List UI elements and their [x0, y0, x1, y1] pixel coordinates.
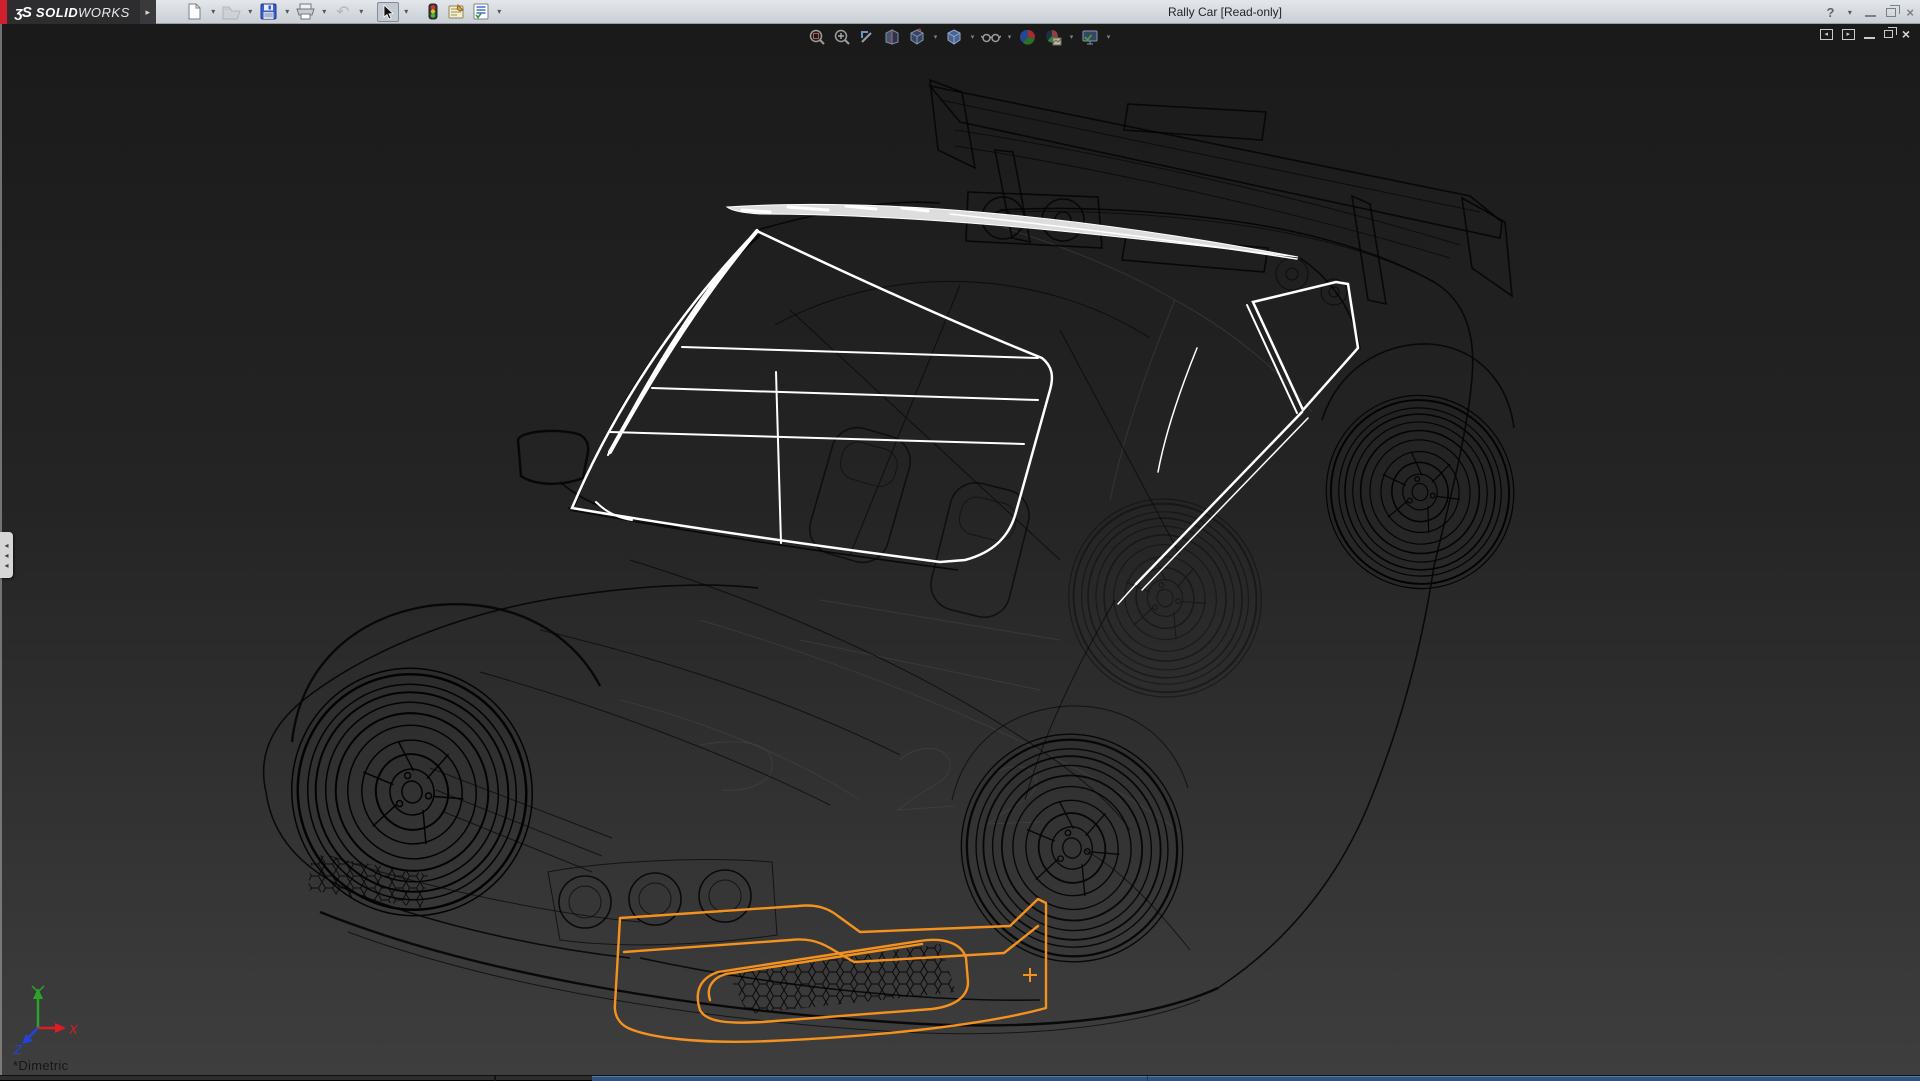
file-properties-icon: [447, 3, 466, 20]
undo-caret-icon[interactable]: ▾: [356, 2, 367, 22]
help-caret-icon[interactable]: ▾: [1844, 2, 1855, 22]
new-document-icon: [186, 3, 203, 20]
expand-arrow-icon: ◂: [4, 561, 8, 570]
minimize-button[interactable]: [1865, 8, 1876, 17]
select-button[interactable]: [377, 2, 399, 22]
expand-arrow-icon: ◂: [4, 551, 8, 560]
triad-z-label: Z: [13, 1042, 23, 1057]
file-properties-button[interactable]: [446, 2, 468, 22]
save-caret-icon[interactable]: ▾: [282, 2, 293, 22]
help-icon[interactable]: ?: [1826, 5, 1834, 20]
new-document-button[interactable]: [184, 2, 206, 22]
view-settings-button[interactable]: [1079, 27, 1101, 47]
title-bar: ʒS SOLIDWORKS ▸ ▾ ▾ ▾ ▾ ↶ ▾ ▾: [0, 0, 1920, 24]
view-settings-icon: [1081, 28, 1099, 46]
display-pane-icon[interactable]: ▸: [1842, 29, 1855, 40]
display-style-caret-icon[interactable]: ▾: [968, 27, 977, 47]
glasses-icon: [981, 28, 1001, 46]
zoom-to-area-icon: [833, 28, 851, 46]
edit-appearance-button[interactable]: [1017, 27, 1039, 47]
status-divider: [1147, 1076, 1148, 1081]
printer-icon: [296, 3, 315, 20]
doc-minimize-button[interactable]: [1864, 30, 1875, 39]
apply-scene-caret-icon[interactable]: ▾: [1067, 27, 1076, 47]
select-cursor-icon: [381, 4, 395, 20]
orientation-triad: X Z: [13, 986, 79, 1057]
apply-scene-icon: [1044, 28, 1062, 46]
print-caret-icon[interactable]: ▾: [319, 2, 330, 22]
doc-restore-button[interactable]: [1884, 30, 1893, 38]
solidworks-logo-mark: ʒS: [15, 4, 31, 21]
status-divider: [494, 1076, 496, 1081]
open-caret-icon[interactable]: ▾: [245, 2, 256, 22]
open-document-button[interactable]: [221, 2, 243, 22]
new-caret-icon[interactable]: ▾: [208, 2, 219, 22]
select-caret-icon[interactable]: ▾: [401, 2, 412, 22]
view-settings-caret-icon[interactable]: ▾: [1104, 27, 1113, 47]
logo-text-works: WORKS: [78, 5, 130, 20]
display-style-button[interactable]: [943, 27, 965, 47]
undo-button[interactable]: ↶: [332, 2, 354, 22]
options-caret-icon[interactable]: ▾: [494, 2, 505, 22]
zoom-to-area-button[interactable]: [831, 27, 853, 47]
document-window-controls: ◂ ▸ ×: [1820, 28, 1910, 40]
previous-view-icon: [858, 28, 876, 46]
view-orientation-caret-icon[interactable]: ▾: [931, 27, 940, 47]
save-button[interactable]: [258, 2, 280, 22]
window-controls: ? ▾ ×: [1826, 0, 1914, 24]
sketch-cursor-cross: [1023, 968, 1037, 982]
zoom-to-fit-icon: [808, 28, 826, 46]
window-title: Rally Car [Read-only]: [1060, 0, 1390, 24]
expand-arrow-icon: ◂: [4, 541, 8, 550]
status-bar: [0, 1075, 1920, 1080]
save-floppy-icon: [260, 3, 277, 20]
section-view-button[interactable]: [881, 27, 903, 47]
solidworks-logo: ʒS SOLIDWORKS: [0, 0, 140, 24]
pane-arrow-left: ◂: [1825, 30, 1829, 38]
options-button[interactable]: [470, 2, 492, 22]
display-style-icon: [945, 28, 963, 46]
car-wheels: [264, 378, 1532, 987]
car-body-lines: [264, 80, 1514, 1034]
appearance-sphere-icon: [1019, 28, 1037, 46]
view-orientation-button[interactable]: [906, 27, 928, 47]
pane-arrow-right: ▸: [1847, 30, 1851, 38]
undo-icon: ↶: [336, 2, 349, 22]
graphics-viewport[interactable]: X Z ▾ ▾ ▾: [0, 24, 1920, 1075]
previous-view-button[interactable]: [856, 27, 878, 47]
traffic-light-icon: [428, 3, 438, 20]
car-wireframe-scene[interactable]: X Z: [0, 24, 1920, 1075]
status-segment: [592, 1076, 1920, 1081]
view-orientation-icon: [908, 28, 926, 46]
apply-scene-button[interactable]: [1042, 27, 1064, 47]
rebuild-button[interactable]: [422, 2, 444, 22]
triad-x-label: X: [68, 1022, 79, 1037]
logo-text-solid: SOLID: [36, 5, 78, 20]
print-button[interactable]: [295, 2, 317, 22]
doc-close-button[interactable]: ×: [1902, 28, 1910, 40]
hide-show-caret-icon[interactable]: ▾: [1005, 27, 1014, 47]
zoom-to-fit-button[interactable]: [806, 27, 828, 47]
featuremanager-expand-tab[interactable]: ◂ ◂ ◂: [0, 532, 13, 578]
menu-expand-arrow-icon[interactable]: ▸: [140, 0, 156, 24]
standard-toolbar: ▾ ▾ ▾ ▾ ↶ ▾ ▾ ▾: [184, 0, 505, 23]
logo-red-stripe: [0, 0, 7, 24]
close-button[interactable]: ×: [1906, 5, 1914, 20]
hide-show-items-button[interactable]: [980, 27, 1002, 47]
options-list-icon: [472, 3, 490, 20]
restore-button[interactable]: [1886, 8, 1896, 17]
headsup-view-toolbar: ▾ ▾ ▾ ▾ ▾: [806, 27, 1113, 47]
featuremanager-pane-icon[interactable]: ◂: [1820, 29, 1833, 40]
open-folder-icon: [222, 3, 241, 20]
section-view-icon: [883, 28, 901, 46]
view-orientation-label: *Dimetric: [13, 1058, 68, 1073]
